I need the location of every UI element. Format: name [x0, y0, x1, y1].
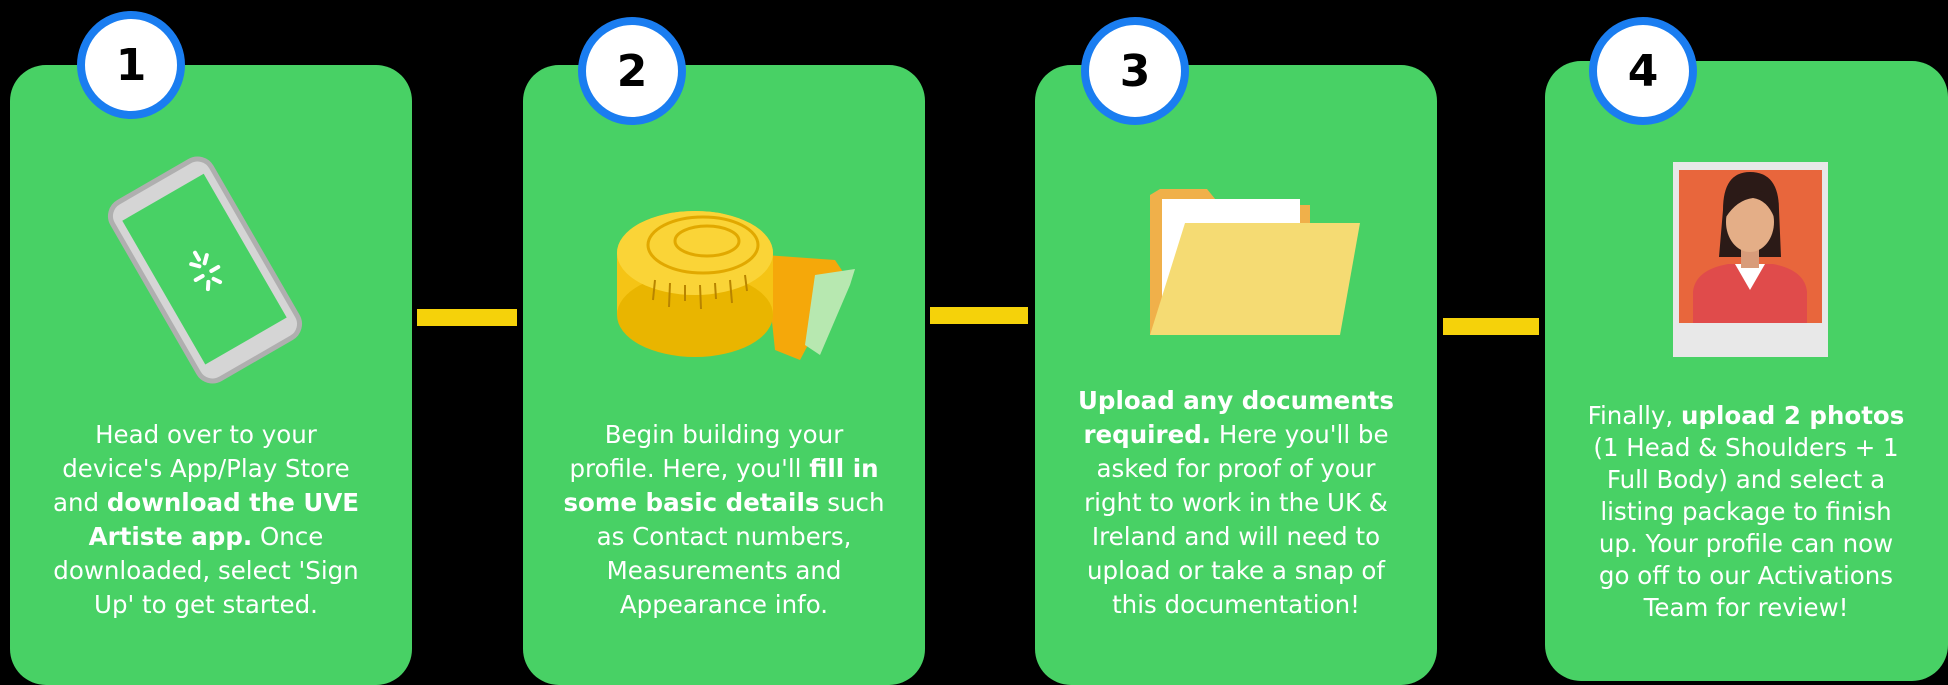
step-description-2: Begin building your profile. Here, you'l… [563, 420, 885, 619]
measuring-tape-icon [617, 211, 855, 360]
connector-line-2 [930, 307, 1028, 324]
folder-icon [1150, 189, 1360, 335]
connector-line-3 [1443, 318, 1539, 335]
step-number: 4 [1627, 45, 1659, 97]
step-number: 2 [616, 45, 648, 97]
connector-line-1 [417, 309, 517, 326]
step-number-badge-4: 4 [1589, 17, 1697, 125]
photo-portrait-icon [1673, 162, 1828, 357]
step-number-badge-1: 1 [77, 11, 185, 119]
smartphone-icon [107, 156, 303, 384]
step-number-badge-2: 2 [578, 17, 686, 125]
step-number-badge-3: 3 [1081, 17, 1189, 125]
step-description-4: Finally, upload 2 photos (1 Head & Shoul… [1587, 401, 1905, 622]
step-number: 1 [115, 39, 147, 91]
step-number: 3 [1119, 45, 1151, 97]
step-description-3: Upload any documents required. Here you'… [1078, 386, 1394, 619]
step-description-1: Head over to your device's App/Play Stor… [52, 420, 360, 619]
